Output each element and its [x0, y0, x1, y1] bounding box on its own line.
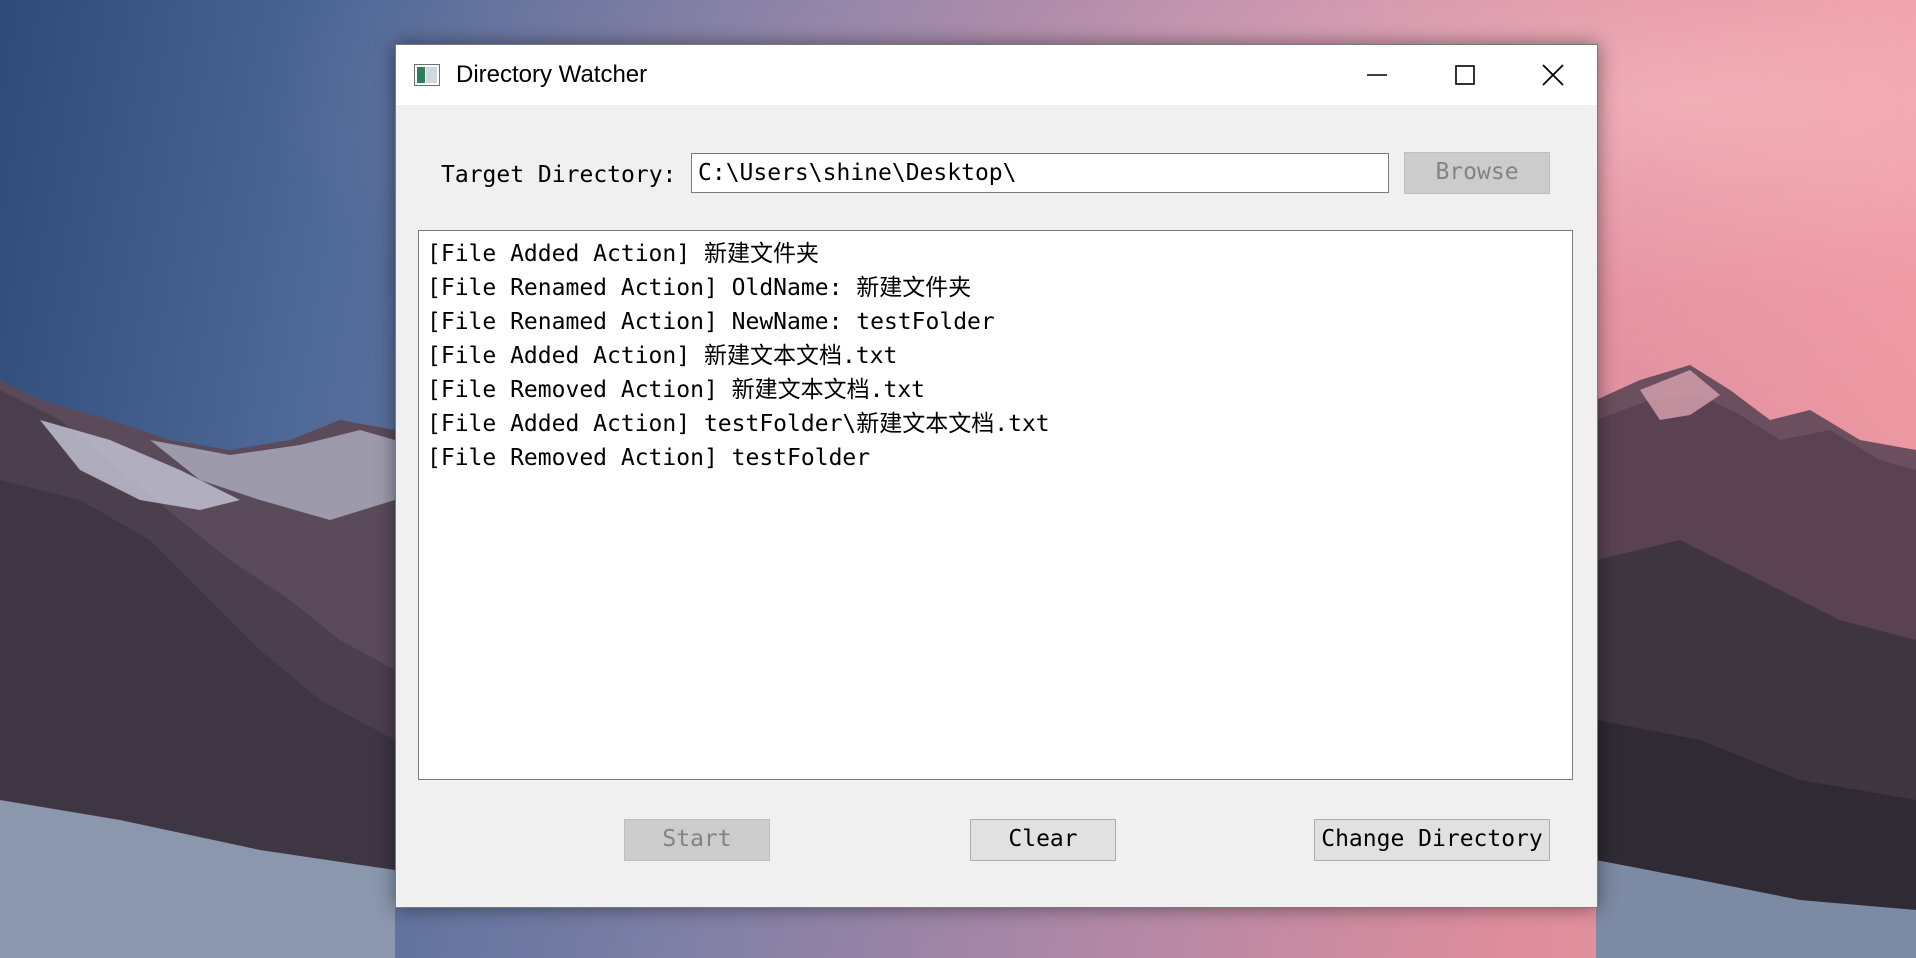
log-line: [File Removed Action] 新建文本文档.txt — [427, 377, 926, 403]
event-log[interactable]: [File Added Action] 新建文件夹 [File Renamed A… — [418, 230, 1573, 780]
log-line: [File Renamed Action] NewName: testFolde… — [427, 309, 995, 335]
log-line: [File Renamed Action] OldName: 新建文件夹 — [427, 275, 972, 301]
log-line: [File Added Action] testFolder\新建文本文档.tx… — [427, 411, 1050, 437]
close-button[interactable] — [1509, 45, 1597, 105]
title-bar: Directory Watcher — [396, 45, 1597, 105]
minimize-button[interactable] — [1333, 45, 1421, 105]
window-title: Directory Watcher — [456, 61, 648, 88]
close-icon — [1542, 64, 1564, 86]
log-line: [File Added Action] 新建文本文档.txt — [427, 343, 898, 369]
app-window-icon — [414, 64, 440, 86]
start-button[interactable]: Start — [624, 819, 770, 861]
change-directory-button[interactable]: Change Directory — [1314, 819, 1550, 861]
minimize-icon — [1367, 74, 1387, 76]
directory-watcher-window: Directory Watcher Target Directory: Brow… — [395, 44, 1598, 908]
maximize-icon — [1455, 65, 1475, 85]
clear-button[interactable]: Clear — [970, 819, 1116, 861]
maximize-button[interactable] — [1421, 45, 1509, 105]
browse-button[interactable]: Browse — [1404, 152, 1550, 194]
log-line: [File Added Action] 新建文件夹 — [427, 241, 819, 267]
target-directory-input[interactable] — [691, 153, 1389, 193]
target-directory-label: Target Directory: — [441, 162, 677, 188]
log-line: [File Removed Action] testFolder — [427, 445, 871, 471]
